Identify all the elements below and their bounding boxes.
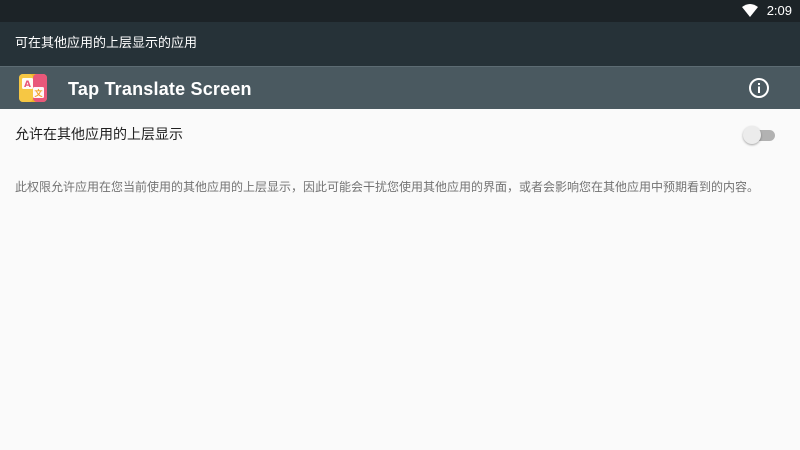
permission-toggle-row[interactable]: 允许在其他应用的上层显示 (0, 109, 800, 161)
switch-thumb (743, 126, 761, 144)
permission-label: 允许在其他应用的上层显示 (15, 127, 183, 143)
status-bar: 2:09 (0, 0, 800, 22)
svg-text:A: A (24, 80, 31, 90)
app-bar: 可在其他应用的上层显示的应用 (0, 22, 800, 66)
translate-app-icon: A 文 (19, 74, 47, 102)
info-icon[interactable] (747, 76, 771, 100)
page-title: 可在其他应用的上层显示的应用 (15, 36, 198, 51)
app-header: A 文 Tap Translate Screen (0, 66, 800, 109)
overlay-permission-switch[interactable] (743, 126, 777, 144)
app-name: Tap Translate Screen (68, 79, 252, 99)
permission-content: 允许在其他应用的上层显示 此权限允许应用在您当前使用的其他应用的上层显示，因此可… (0, 109, 800, 450)
status-time: 2:09 (766, 3, 792, 18)
permission-description: 此权限允许应用在您当前使用的其他应用的上层显示，因此可能会干扰您使用其他应用的界… (15, 180, 760, 194)
wifi-icon (742, 4, 758, 17)
svg-text:文: 文 (35, 88, 44, 98)
